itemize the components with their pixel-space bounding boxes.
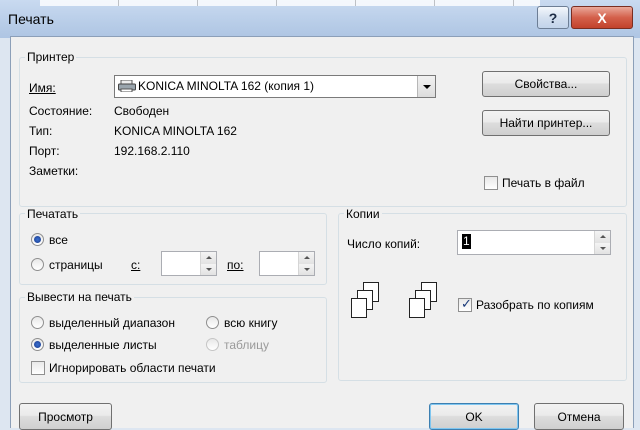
dialog-body: Принтер Имя: KONICA MINOLTA 162 (копия 1… — [10, 36, 634, 430]
from-page-spinner[interactable] — [161, 251, 217, 276]
close-icon: X — [597, 9, 607, 26]
title-bar: Печать ? X — [0, 0, 640, 38]
active-sheets-label[interactable]: выделенные листы — [49, 338, 157, 352]
number-of-copies-label: Число копий: — [347, 237, 421, 251]
ok-button[interactable]: OK — [429, 403, 519, 430]
table-label: таблицу — [224, 338, 269, 352]
status-value: Свободен — [114, 104, 170, 118]
properties-button[interactable]: Свойства... — [482, 71, 610, 97]
help-button[interactable]: ? — [537, 6, 569, 29]
status-label: Состояние: — [29, 104, 93, 118]
range-pages-label[interactable]: страницы — [49, 258, 103, 272]
printer-group-title: Принтер — [25, 50, 77, 64]
entire-workbook-radio[interactable] — [206, 316, 219, 329]
preview-button-label: Просмотр — [38, 409, 93, 424]
collate-label[interactable]: Разобрать по копиям — [476, 298, 594, 312]
collate-checkbox[interactable]: ✓ — [458, 296, 472, 312]
cancel-button[interactable]: Отмена — [534, 403, 624, 430]
port-label: Порт: — [29, 144, 60, 158]
spin-down-icon[interactable] — [595, 242, 610, 254]
number-of-copies-spinner[interactable]: 1 — [457, 230, 611, 255]
entire-workbook-label[interactable]: всю книгу — [224, 316, 278, 330]
spin-down-icon[interactable] — [201, 263, 216, 275]
spin-up-icon[interactable] — [595, 231, 610, 243]
range-all-label[interactable]: все — [49, 233, 68, 247]
type-label: Тип: — [29, 124, 53, 138]
from-spinner-buttons[interactable] — [200, 252, 216, 275]
close-button[interactable]: X — [571, 6, 633, 29]
background-sheet-grid — [40, 0, 540, 6]
find-printer-button-label: Найти принтер... — [499, 116, 593, 130]
help-icon: ? — [548, 9, 558, 26]
range-pages-radio[interactable] — [31, 258, 44, 271]
table-radio — [206, 338, 219, 351]
preview-button[interactable]: Просмотр — [19, 403, 112, 430]
uncollated-copies-icon — [347, 282, 383, 324]
print-what-title: Вывести на печать — [25, 290, 134, 304]
properties-button-label: Свойства... — [514, 77, 578, 91]
printer-name-select[interactable]: KONICA MINOLTA 162 (копия 1) — [114, 75, 436, 98]
selection-radio[interactable] — [31, 316, 44, 329]
active-sheets-radio[interactable] — [31, 338, 44, 351]
copies-spinner-buttons[interactable] — [594, 231, 610, 254]
spin-up-icon[interactable] — [299, 252, 314, 264]
to-page-spinner[interactable] — [259, 251, 315, 276]
collated-copies-icon — [405, 282, 441, 324]
radio-selected-dot — [34, 341, 41, 348]
print-to-file-checkbox[interactable] — [484, 176, 498, 190]
cancel-button-label: Отмена — [557, 409, 601, 424]
ok-button-label: OK — [465, 409, 483, 424]
checkmark-icon: ✓ — [461, 296, 472, 311]
print-range-title: Печатать — [25, 207, 81, 221]
printer-icon — [118, 79, 136, 93]
number-of-copies-value[interactable]: 1 — [462, 234, 471, 249]
window-title: Печать — [8, 11, 54, 27]
to-spinner-buttons[interactable] — [298, 252, 314, 275]
find-printer-button[interactable]: Найти принтер... — [482, 110, 610, 136]
ignore-print-areas-checkbox[interactable] — [31, 361, 45, 375]
port-value: 192.168.2.110 — [114, 144, 190, 158]
spin-down-icon[interactable] — [299, 263, 314, 275]
copies-title: Копии — [344, 207, 382, 221]
notes-label: Заметки: — [29, 164, 79, 178]
printer-name-value: KONICA MINOLTA 162 (копия 1) — [138, 79, 315, 93]
print-to-file-label[interactable]: Печать в файл — [502, 176, 585, 190]
selection-label[interactable]: выделенный диапазон — [49, 316, 175, 330]
range-all-radio[interactable] — [31, 233, 44, 246]
from-label: с: — [131, 258, 141, 272]
spin-up-icon[interactable] — [201, 252, 216, 264]
printer-name-label: Имя: — [29, 81, 56, 95]
to-label: по: — [227, 258, 244, 272]
type-value: KONICA MINOLTA 162 — [114, 124, 237, 138]
radio-selected-dot — [34, 236, 41, 243]
chevron-down-icon[interactable] — [417, 76, 435, 97]
ignore-print-areas-label[interactable]: Игнорировать области печати — [49, 361, 216, 375]
